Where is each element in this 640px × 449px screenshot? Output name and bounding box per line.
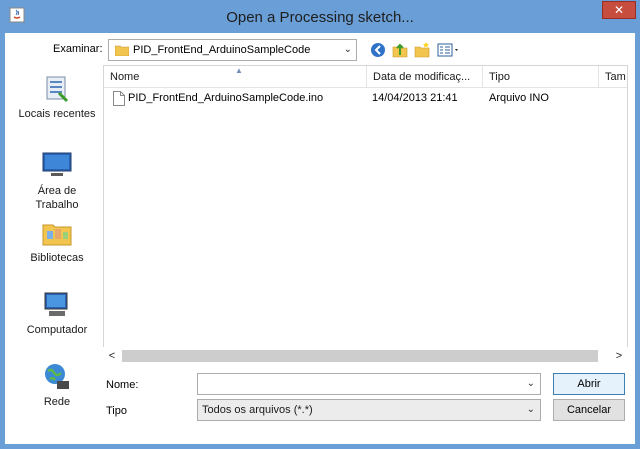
new-folder-icon[interactable] [413, 41, 431, 59]
recent-places-icon [46, 76, 69, 103]
lookin-value: PID_FrontEnd_ArduinoSampleCode [133, 44, 311, 56]
column-header-type[interactable]: Tipo [483, 66, 599, 87]
file-modified: 14/04/2013 21:41 [372, 92, 458, 104]
column-header-modified[interactable]: Data de modificaç... [367, 66, 483, 87]
filename-input[interactable] [200, 376, 520, 392]
file-row[interactable]: PID_FrontEnd_ArduinoSampleCode.ino 14/04… [104, 90, 627, 108]
place-recent-label: Locais recentes [18, 108, 96, 120]
open-button[interactable]: Abrir [553, 373, 625, 395]
up-folder-icon[interactable] [391, 41, 409, 59]
header-divider [104, 87, 627, 88]
name-label: Nome: [106, 379, 139, 391]
computer-icon [44, 292, 68, 316]
lookin-dropdown[interactable]: PID_FrontEnd_ArduinoSampleCode ⌄ [108, 39, 357, 61]
window-frame: Open a Processing sketch... ✕ Examinar: … [0, 0, 640, 449]
close-button[interactable]: ✕ [602, 1, 636, 19]
desktop-icon [42, 152, 72, 176]
place-libraries-label: Bibliotecas [30, 252, 84, 264]
place-desktop-label: Área de Trabalho [35, 185, 79, 211]
place-libraries[interactable]: Bibliotecas [13, 217, 101, 264]
column-header-size[interactable]: Tam [599, 66, 627, 87]
back-icon[interactable] [369, 41, 387, 59]
places-bar: Locais recentes Área de Trabalho Bibliot… [13, 65, 101, 435]
network-icon [45, 364, 69, 389]
chevron-down-icon: ⌄ [343, 44, 352, 55]
chevron-down-icon[interactable]: ⌄ [527, 378, 535, 389]
window-title: Open a Processing sketch... [226, 9, 414, 26]
place-desktop[interactable]: Área de Trabalho [13, 149, 101, 212]
chevron-down-icon: ⌄ [526, 404, 535, 415]
view-menu-icon[interactable] [436, 41, 462, 59]
lookin-label: Examinar: [53, 43, 103, 55]
place-recent[interactable]: Locais recentes [13, 73, 101, 120]
file-type: Arquivo INO [489, 92, 549, 104]
place-network[interactable]: Rede [13, 361, 101, 408]
libraries-icon [42, 224, 72, 246]
file-list[interactable]: Nome ▲ Data de modificaç... Tipo Tam PID… [103, 65, 628, 365]
place-computer[interactable]: Computador [13, 289, 101, 336]
dialog-body: Examinar: PID_FrontEnd_ArduinoSampleCode… [5, 33, 635, 444]
scroll-left-button[interactable]: < [105, 349, 119, 363]
file-name: PID_FrontEnd_ArduinoSampleCode.ino [128, 92, 324, 104]
place-computer-label: Computador [26, 324, 88, 336]
file-icon [113, 91, 125, 106]
horizontal-scrollbar[interactable]: < > [103, 347, 628, 365]
sort-ascending-icon: ▲ [235, 66, 243, 75]
scroll-right-button[interactable]: > [612, 349, 626, 363]
cancel-button[interactable]: Cancelar [553, 399, 625, 421]
filetype-value: Todos os arquivos (*.*) [202, 404, 313, 416]
place-network-label: Rede [43, 396, 71, 408]
filetype-label: Tipo [106, 405, 127, 417]
filename-combobox[interactable]: ⌄ [197, 373, 541, 395]
filetype-dropdown[interactable]: Todos os arquivos (*.*) ⌄ [197, 399, 541, 421]
folder-icon [115, 45, 129, 56]
scrollbar-thumb[interactable] [122, 350, 598, 362]
title-bar[interactable]: Open a Processing sketch... ✕ [0, 0, 640, 33]
